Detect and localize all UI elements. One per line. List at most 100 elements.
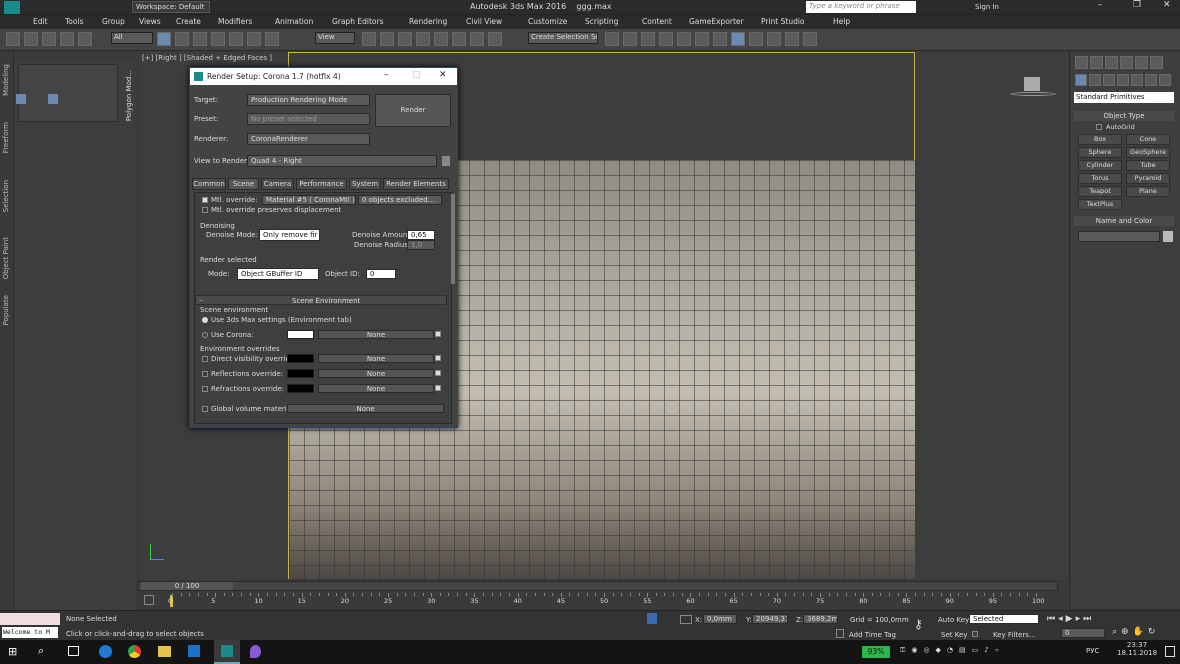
time-slider-track[interactable]: 0 / 100 [138, 581, 1058, 591]
key-selection-dropdown[interactable]: Selected [969, 614, 1039, 624]
use-corona-radio[interactable] [202, 332, 208, 338]
scrollbar-thumb[interactable] [451, 194, 455, 284]
orbit-icon[interactable]: ↻ [1148, 627, 1160, 637]
menu-item-scripting[interactable]: Scripting [585, 17, 618, 26]
edit-named-sets-icon[interactable] [488, 32, 502, 46]
current-frame-field[interactable]: 0 [1061, 628, 1105, 638]
direct-visibility-color-swatch[interactable] [287, 354, 314, 363]
select-by-name-icon[interactable] [175, 32, 189, 46]
name-color-rollout[interactable]: Name and Color [1074, 216, 1174, 226]
snaps-icon[interactable] [416, 32, 430, 46]
use-max-radio[interactable] [202, 317, 208, 323]
modify-tab-icon[interactable] [1090, 56, 1103, 69]
utilities-tab-icon[interactable] [1150, 56, 1163, 69]
scene-environment-rollout[interactable]: – Scene Environment [195, 295, 447, 305]
cone-button[interactable]: Cone [1126, 134, 1170, 145]
close-icon[interactable]: ✕ [1163, 0, 1171, 10]
dropbox-icon[interactable]: ◆ [936, 646, 947, 654]
render-setup-icon[interactable] [731, 32, 745, 46]
set-key-mode-icon[interactable]: ⚷ [914, 617, 932, 631]
ribbon-tools-group[interactable] [18, 64, 118, 122]
tab-modeling[interactable]: Modeling [2, 64, 10, 96]
box-button[interactable]: Box [1078, 134, 1122, 145]
maxscript-listener-input[interactable] [0, 613, 60, 625]
network-icon[interactable]: ◔ [947, 646, 959, 654]
menu-item-print-studio[interactable]: Print Studio [761, 17, 805, 26]
object-color-swatch[interactable] [1163, 231, 1173, 242]
reflections-map-button[interactable]: None [318, 369, 434, 378]
global-volume-material-button[interactable]: None [287, 404, 444, 413]
display-tab-icon[interactable] [1135, 56, 1148, 69]
menu-item-civil-view[interactable]: Civil View [466, 17, 502, 26]
geometry-icon[interactable] [1075, 74, 1087, 86]
menu-item-customize[interactable]: Customize [528, 17, 567, 26]
rect-selection-icon[interactable] [193, 32, 207, 46]
auto-key-button[interactable]: Auto Key [938, 616, 969, 624]
polygon-modeling-tab[interactable]: Polygon Mod... [125, 70, 133, 121]
tab-selection[interactable]: Selection [2, 180, 10, 212]
z-coordinate-field[interactable]: 3689,2mm [803, 614, 838, 624]
lights-icon[interactable] [1103, 74, 1115, 86]
3dsmax-taskbar-button[interactable] [214, 640, 240, 664]
zoom-all-icon[interactable]: ⊕ [1121, 627, 1133, 637]
scale-icon[interactable] [265, 32, 279, 46]
viewport-nav-controls[interactable]: ⌕⊕✋↻ [1112, 627, 1159, 637]
keyboard-shortcut-icon[interactable] [398, 32, 412, 46]
go-to-start-icon[interactable]: ⏮ [1047, 614, 1058, 624]
store-icon[interactable] [188, 645, 200, 657]
tab-camera[interactable]: Camera [261, 178, 294, 190]
preset-dropdown[interactable]: No preset selected [247, 113, 370, 125]
edge-mode-icon[interactable] [48, 94, 58, 104]
spinner-snap-icon[interactable] [470, 32, 484, 46]
action-center-icon[interactable] [1165, 646, 1175, 657]
window-crossing-icon[interactable] [211, 32, 225, 46]
manipulate-icon[interactable] [380, 32, 394, 46]
file-explorer-icon[interactable] [158, 646, 171, 657]
tab-scene[interactable]: Scene [228, 178, 259, 190]
cameras-icon[interactable] [1117, 74, 1129, 86]
menu-item-animation[interactable]: Animation [275, 17, 313, 26]
toggle-ribbon-icon[interactable] [659, 32, 673, 46]
default-in-out-icon[interactable] [972, 631, 978, 637]
direct-visibility-map-button[interactable]: None [318, 354, 434, 363]
mtl-override-material-button[interactable]: Material #5 ( CoronaMtl ) [262, 195, 356, 205]
battery-indicator[interactable]: 93% [862, 646, 890, 658]
angle-snap-icon[interactable] [434, 32, 448, 46]
plane-button[interactable]: Plane [1126, 186, 1170, 197]
align-icon[interactable] [623, 32, 637, 46]
view-to-render-dropdown[interactable]: Quad 4 - Right [247, 155, 437, 167]
menu-item-tools[interactable]: Tools [65, 17, 83, 26]
cylinder-button[interactable]: Cylinder [1078, 160, 1122, 171]
sphere-button[interactable]: Sphere [1078, 147, 1122, 158]
redo-icon[interactable] [24, 32, 38, 46]
autogrid-checkbox[interactable] [1096, 124, 1102, 130]
play-icon[interactable]: ▶ [1066, 614, 1076, 624]
denoise-mode-dropdown[interactable]: Only remove fir [259, 229, 320, 241]
notifications-tray-icon[interactable]: ▤ [959, 646, 972, 654]
tab-populate[interactable]: Populate [2, 295, 10, 325]
key-icon[interactable]: ⚿ [900, 646, 911, 654]
search-icon[interactable]: ⌕ [38, 644, 44, 658]
key-filters-button[interactable]: Key Filters... [993, 631, 1036, 639]
tab-performance[interactable]: Performance [296, 178, 347, 190]
geosphere-button[interactable]: GeoSphere [1126, 147, 1170, 158]
menu-item-help[interactable]: Help [833, 17, 850, 26]
render-button[interactable]: Render [375, 94, 451, 127]
wifi-icon[interactable]: ⌔ [995, 646, 1005, 654]
next-frame-icon[interactable]: ▸ [1076, 614, 1084, 624]
menu-item-modifiers[interactable]: Modifiers [218, 17, 252, 26]
corona-env-map-checkbox[interactable] [435, 331, 441, 337]
task-view-icon[interactable] [68, 646, 79, 656]
menu-item-gameexporter[interactable]: GameExporter [689, 17, 744, 26]
direct-visibility-map-checkbox[interactable] [435, 355, 441, 361]
playback-controls[interactable]: ⏮◂▶▸⏭ [1047, 614, 1094, 624]
pyramid-button[interactable]: Pyramid [1126, 173, 1170, 184]
chrome-icon[interactable] [128, 645, 141, 658]
named-selection-dropdown[interactable]: Create Selection Se [528, 32, 598, 44]
x-coordinate-field[interactable]: 0,0mm [703, 614, 737, 624]
tab-object-paint[interactable]: Object Paint [2, 237, 10, 279]
rendered-frame-icon[interactable] [749, 32, 763, 46]
undo-icon[interactable] [6, 32, 20, 46]
dialog-close-icon[interactable]: ✕ [439, 70, 447, 80]
menu-item-group[interactable]: Group [102, 17, 125, 26]
